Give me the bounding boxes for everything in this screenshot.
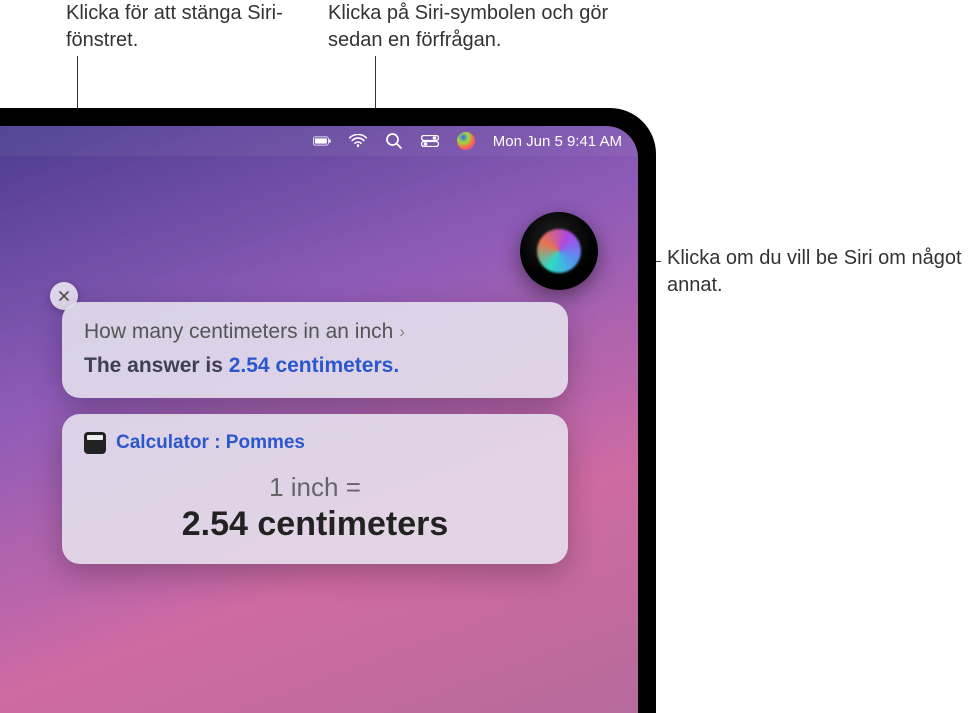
menubar-date-time[interactable]: Mon Jun 5 9:41 AM	[493, 133, 622, 150]
callout-close-siri: Klicka för att stänga Siri-fönstret.	[66, 0, 316, 54]
conversion-input: 1 inch =	[84, 472, 546, 503]
siri-response-panel: How many centimeters in an inch › The an…	[62, 302, 568, 580]
conversion-output: 2.54 centimeters	[84, 505, 546, 544]
calculator-icon	[84, 432, 106, 454]
close-icon	[57, 289, 71, 303]
siri-answer-text: The answer is 2.54 centimeters.	[84, 354, 546, 378]
chevron-right-icon: ›	[399, 322, 405, 342]
calculator-card-title: Calculator : Pommes	[116, 432, 305, 454]
siri-calculator-card[interactable]: Calculator : Pommes 1 inch = 2.54 centim…	[62, 414, 568, 564]
siri-answer-prefix: The answer is	[84, 354, 229, 377]
control-center-icon[interactable]	[421, 132, 439, 150]
siri-query-text: How many centimeters in an inch	[84, 320, 393, 344]
desktop-wallpaper: Mon Jun 5 9:41 AM How many centimeters i…	[0, 126, 638, 713]
callout-menubar-siri: Klicka på Siri-symbolen och gör sedan en…	[328, 0, 648, 54]
siri-orb-glow	[537, 229, 581, 273]
battery-icon[interactable]	[313, 132, 331, 150]
siri-answer-value: 2.54 centimeters.	[229, 354, 399, 377]
callout-siri-orb: Klicka om du vill be Siri om något annat…	[667, 245, 967, 299]
wifi-icon[interactable]	[349, 132, 367, 150]
siri-orb-button[interactable]	[520, 212, 598, 290]
device-frame: Mon Jun 5 9:41 AM How many centimeters i…	[0, 108, 656, 713]
siri-menubar-icon[interactable]	[457, 132, 475, 150]
spotlight-search-icon[interactable]	[385, 132, 403, 150]
siri-answer-card[interactable]: How many centimeters in an inch › The an…	[62, 302, 568, 398]
